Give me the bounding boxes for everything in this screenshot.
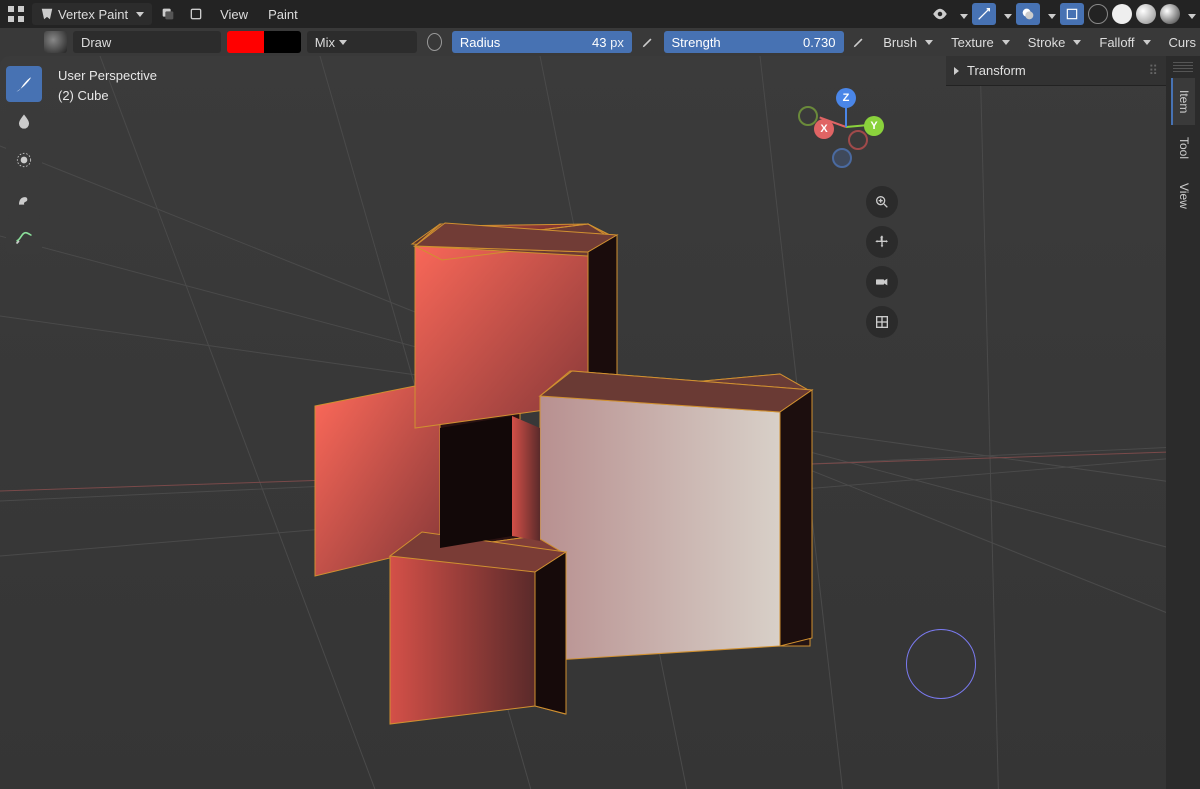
tool-header: Draw Mix Radius 43 px Strength 0.730 Bru…	[0, 28, 1200, 56]
ortho-grid-icon[interactable]	[866, 306, 898, 338]
axis-neg-z[interactable]	[832, 148, 852, 168]
tool-average[interactable]	[6, 142, 42, 178]
transform-panel-header[interactable]: Transform ⠿	[946, 59, 1166, 83]
brush-preview[interactable]	[44, 31, 67, 53]
mode-label: Vertex Paint	[58, 7, 128, 22]
strength-label: Strength	[672, 35, 721, 50]
brush-name-label: Draw	[81, 35, 111, 50]
paste-icon[interactable]	[184, 3, 208, 25]
tab-drag-icon[interactable]	[1173, 62, 1193, 72]
blend-mode-field[interactable]: Mix	[307, 31, 417, 53]
zoom-icon[interactable]	[866, 186, 898, 218]
copy-icon[interactable]	[156, 3, 180, 25]
transform-label: Transform	[967, 63, 1026, 78]
strength-pen-icon[interactable]	[850, 31, 870, 53]
visibility-icon[interactable]	[928, 3, 952, 25]
drag-handle-icon[interactable]: ⠿	[1148, 63, 1158, 79]
n-panel: Transform ⠿	[946, 56, 1166, 86]
texture-menu[interactable]: Texture	[943, 31, 1018, 53]
brush-name-field[interactable]: Draw	[73, 31, 221, 53]
pan-icon[interactable]	[866, 226, 898, 258]
xray-toggle-icon[interactable]	[1060, 3, 1084, 25]
shading-solid-icon[interactable]	[1112, 4, 1132, 24]
axis-neg-y[interactable]	[798, 106, 818, 126]
menu-view[interactable]: View	[212, 3, 256, 25]
shading-wireframe-icon[interactable]	[1088, 4, 1108, 24]
visibility-dropdown[interactable]	[956, 7, 968, 22]
primary-color[interactable]	[227, 31, 264, 53]
shading-material-icon[interactable]	[1136, 4, 1156, 24]
falloff-menu[interactable]: Falloff	[1091, 31, 1158, 53]
secondary-color[interactable]	[264, 31, 301, 53]
tool-blur[interactable]	[6, 104, 42, 140]
blend-mode-label: Mix	[315, 35, 335, 50]
cursor-menu[interactable]: Curs	[1161, 31, 1196, 53]
axis-gizmo[interactable]: Z X Y	[806, 86, 886, 166]
menu-paint[interactable]: Paint	[260, 3, 306, 25]
axis-z[interactable]: Z	[836, 88, 856, 108]
camera-icon[interactable]	[866, 266, 898, 298]
stroke-menu[interactable]: Stroke	[1020, 31, 1090, 53]
viewport-info: User Perspective (2) Cube	[58, 66, 157, 105]
tool-smear[interactable]	[6, 180, 42, 216]
shading-dropdown[interactable]	[1184, 7, 1196, 22]
color-swatch[interactable]	[227, 31, 301, 53]
radius-unit: px	[610, 35, 624, 50]
axis-y[interactable]: Y	[864, 116, 884, 136]
viewport-container: User Perspective (2) Cube Z X Y	[0, 56, 1166, 789]
info-object: (2) Cube	[58, 86, 157, 106]
editor-type-icon[interactable]	[4, 3, 28, 25]
tab-tool[interactable]: Tool	[1171, 125, 1195, 171]
axis-neg-x[interactable]	[848, 130, 868, 150]
overlays-dropdown[interactable]	[1044, 7, 1056, 22]
gizmo-toggle-icon[interactable]	[972, 3, 996, 25]
radius-value: 43	[592, 35, 606, 50]
viewport-nav	[866, 186, 898, 338]
radius-pen-icon[interactable]	[638, 31, 658, 53]
shading-rendered-icon[interactable]	[1160, 4, 1180, 24]
overlays-toggle-icon[interactable]	[1016, 3, 1040, 25]
viewport-3d[interactable]	[0, 56, 1166, 789]
brush-menu[interactable]: Brush	[875, 31, 941, 53]
axis-x[interactable]: X	[814, 119, 834, 139]
strength-value: 0.730	[803, 35, 836, 50]
tab-view[interactable]: View	[1171, 171, 1195, 221]
tool-draw[interactable]	[6, 66, 42, 102]
radius-label: Radius	[460, 35, 500, 50]
side-tabs: Item Tool View	[1166, 56, 1200, 789]
mode-selector[interactable]: Vertex Paint	[32, 3, 152, 25]
header-primary: Vertex Paint View Paint	[0, 0, 1200, 28]
tab-item[interactable]: Item	[1171, 78, 1195, 125]
radius-pressure-icon[interactable]	[427, 33, 442, 51]
chevron-right-icon	[954, 63, 963, 78]
tool-gradient[interactable]	[6, 218, 42, 254]
mesh-cube	[140, 116, 900, 736]
strength-slider[interactable]: Strength 0.730	[664, 31, 844, 53]
tool-toolbar	[6, 66, 42, 254]
gizmo-dropdown[interactable]	[1000, 7, 1012, 22]
info-perspective: User Perspective	[58, 66, 157, 86]
radius-slider[interactable]: Radius 43 px	[452, 31, 632, 53]
